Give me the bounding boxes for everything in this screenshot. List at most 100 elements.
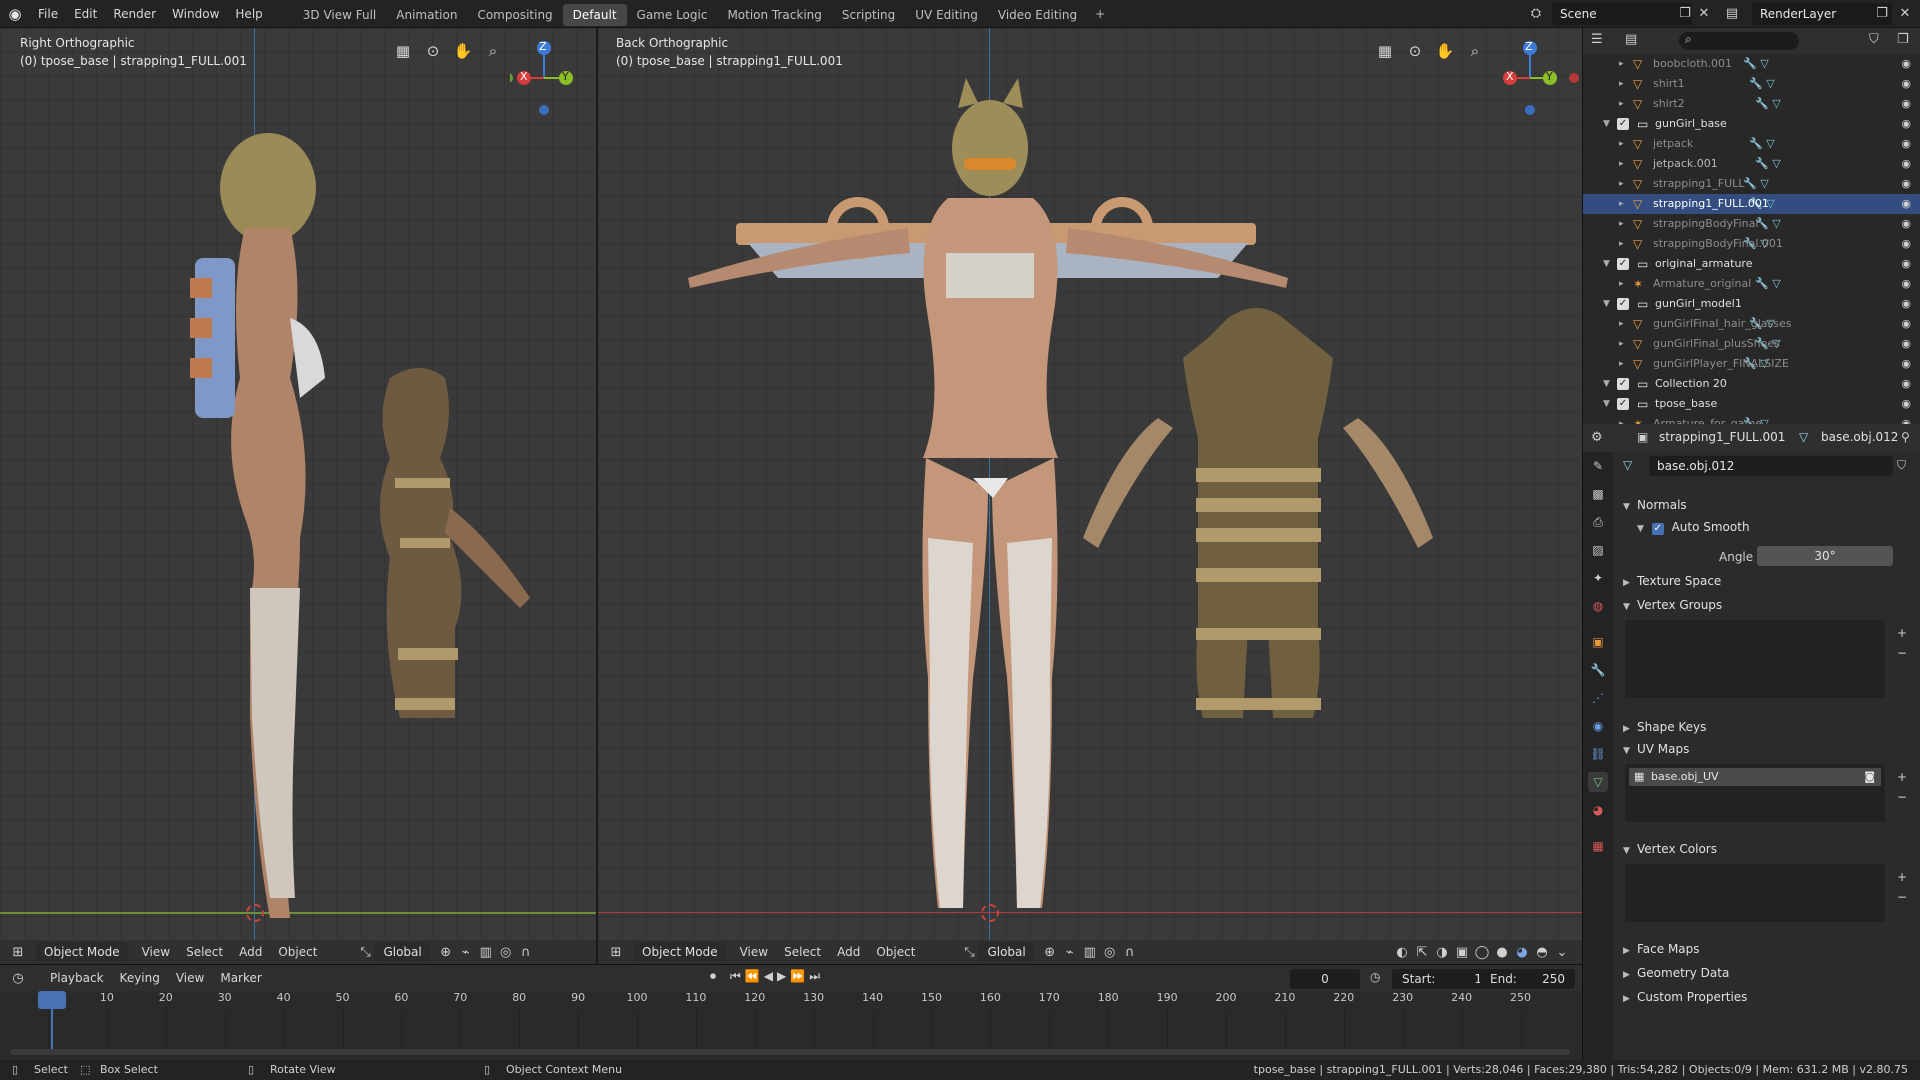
output-tab-icon[interactable]: ⎙ (1588, 512, 1608, 532)
visibility-eye-icon[interactable]: ◉ (1901, 374, 1911, 394)
mesh-name-field[interactable]: base.obj.012 (1649, 456, 1893, 476)
world-tab-icon[interactable]: ◍ (1588, 596, 1608, 616)
auto-smooth-checkbox[interactable]: ✓ (1651, 523, 1664, 535)
vertex-colors-list[interactable] (1625, 864, 1885, 922)
strapping-outfit-front[interactable] (1078, 298, 1528, 738)
outliner-item[interactable]: ▼ ✓ ▭ original_armature ◉ (1583, 254, 1920, 274)
expand-arrow-icon[interactable]: ▼ (1603, 374, 1610, 394)
visibility-eye-icon[interactable]: ◉ (1901, 174, 1911, 194)
collection-checkbox[interactable]: ✓ (1617, 398, 1629, 410)
proportional-edit-icon[interactable]: ◎ (1100, 945, 1120, 960)
proportional-edit-icon[interactable]: ◎ (496, 945, 516, 960)
add-uv-map-icon[interactable]: + (1897, 770, 1907, 784)
modifier-icon[interactable]: 🔧 ▽ (1755, 214, 1781, 234)
expand-arrow-icon[interactable]: ▸ (1619, 94, 1624, 114)
expand-arrow-icon[interactable]: ▸ (1619, 174, 1624, 194)
snap-target-icon[interactable]: ▥ (476, 945, 496, 960)
physics-tab-icon[interactable]: ◉ (1588, 716, 1608, 736)
outliner-item[interactable]: ▼ ✓ ▭ gunGirl_model1 ◉ (1583, 294, 1920, 314)
workspace-tab-3d-view-full[interactable]: 3D View Full (293, 4, 387, 26)
visibility-eye-icon[interactable]: ◉ (1901, 134, 1911, 154)
expand-arrow-icon[interactable]: ▼ (1603, 394, 1610, 414)
vertex-groups-panel[interactable]: ▼ Vertex Groups (1623, 598, 1722, 612)
outliner-item[interactable]: ▸ ▽ 🔧 ▽ strapping1_FULL ◉ (1583, 174, 1920, 194)
visibility-eye-icon[interactable]: ◉ (1901, 314, 1911, 334)
next-keyframe-icon[interactable]: ⏩ (790, 969, 805, 984)
delete-scene-icon[interactable]: ✕ (1694, 4, 1714, 24)
modifier-icon[interactable]: 🔧 ▽ (1755, 154, 1781, 174)
modifier-icon[interactable]: 🔧 ▽ (1749, 74, 1775, 94)
geometry-data-panel[interactable]: ▶ Geometry Data (1623, 966, 1729, 980)
jump-end-icon[interactable]: ⏭ (809, 969, 820, 984)
expand-arrow-icon[interactable]: ▸ (1619, 74, 1624, 94)
expand-arrow-icon[interactable]: ▸ (1619, 154, 1624, 174)
new-collection-icon[interactable]: ❐ (1897, 32, 1909, 47)
falloff-icon[interactable]: ∩ (1120, 945, 1140, 960)
grid-toggle-icon[interactable]: ▦ (392, 40, 414, 62)
modifier-icon[interactable]: 🔧 ▽ (1755, 274, 1781, 294)
scene-icon[interactable]: ⛭ (1526, 4, 1546, 24)
render-layer-icon[interactable]: ▤ (1722, 4, 1742, 24)
vertex-groups-list[interactable] (1625, 620, 1885, 698)
context-object-name[interactable]: strapping1_FULL.001 (1659, 430, 1785, 444)
modifier-icon[interactable]: 🔧 ▽ (1743, 54, 1769, 74)
outliner-search-input[interactable]: ⌕ (1679, 32, 1799, 50)
outliner-editor-icon[interactable]: ☰ (1591, 32, 1603, 47)
outliner-item[interactable]: ▸ ▽ 🔧 ▽ shirt2 ◉ (1583, 94, 1920, 114)
uv-maps-list[interactable]: ▦ base.obj_UV ◙ (1625, 764, 1885, 822)
zoom-icon[interactable]: ⌕ (1464, 40, 1486, 62)
display-mode-icon[interactable]: ▤ (1625, 32, 1637, 47)
viewport-right-orthographic[interactable]: Right Orthographic (0) tpose_base | stra… (0, 28, 596, 964)
menu-render[interactable]: Render (105, 0, 164, 28)
outliner-item[interactable]: ▼ ✓ ▭ Collection 20 ◉ (1583, 374, 1920, 394)
remove-uv-map-icon[interactable]: − (1897, 790, 1907, 804)
visibility-eye-icon[interactable]: ◉ (1901, 214, 1911, 234)
axis-gizmo[interactable] (1490, 34, 1580, 124)
select-menu[interactable]: Select (178, 941, 231, 963)
workspace-tab-video-editing[interactable]: Video Editing (988, 4, 1087, 26)
context-data-name[interactable]: base.obj.012 (1821, 430, 1898, 444)
strapping-outfit-side[interactable] (360, 358, 560, 728)
marker-menu[interactable]: Marker (212, 967, 269, 989)
pan-hand-icon[interactable]: ✋ (452, 40, 474, 62)
view-menu[interactable]: View (732, 941, 776, 963)
outliner-item[interactable]: ▼ ✓ ▭ gunGirl_base ◉ (1583, 114, 1920, 134)
workspace-tab-scripting[interactable]: Scripting (832, 4, 905, 26)
material-tab-icon[interactable]: ◕ (1588, 800, 1608, 820)
gizmo-toggle-icon[interactable]: ⇱ (1412, 945, 1432, 960)
visibility-eye-icon[interactable]: ◉ (1901, 114, 1911, 134)
angle-field[interactable]: 30° (1757, 546, 1893, 566)
end-frame-field[interactable]: End: 250 (1480, 969, 1575, 989)
workspace-tab-uv-editing[interactable]: UV Editing (905, 4, 988, 26)
shape-keys-panel[interactable]: ▶ Shape Keys (1623, 720, 1706, 734)
timeline-editor-icon[interactable]: ◷ (8, 971, 28, 986)
texture-tab-icon[interactable]: ▦ (1588, 836, 1608, 856)
expand-arrow-icon[interactable]: ▸ (1619, 314, 1624, 334)
custom-properties-panel[interactable]: ▶ Custom Properties (1623, 990, 1747, 1004)
expand-arrow-icon[interactable]: ▼ (1603, 294, 1610, 314)
visibility-eye-icon[interactable]: ◉ (1901, 54, 1911, 74)
snap-target-icon[interactable]: ▥ (1080, 945, 1100, 960)
modifier-tab-icon[interactable]: 🔧 (1588, 660, 1608, 680)
blender-logo-icon[interactable]: ◉ (0, 5, 30, 23)
add-vertex-group-icon[interactable]: + (1897, 626, 1907, 640)
view-layer-tab-icon[interactable]: ▨ (1588, 540, 1608, 560)
play-icon[interactable]: ▶ (777, 969, 786, 984)
expand-arrow-icon[interactable]: ▼ (1603, 254, 1610, 274)
camera-view-icon[interactable]: ⊙ (422, 40, 444, 62)
modifier-icon[interactable]: 🔧 ▽ (1749, 134, 1775, 154)
filter-icon[interactable]: ⛉ (1869, 32, 1879, 47)
collection-checkbox[interactable]: ✓ (1617, 258, 1629, 270)
xray-icon[interactable]: ▣ (1452, 945, 1472, 960)
workspace-tab-game-logic[interactable]: Game Logic (627, 4, 718, 26)
add-menu[interactable]: Add (231, 941, 270, 963)
visibility-eye-icon[interactable]: ◉ (1901, 154, 1911, 174)
editor-type-icon[interactable]: ⊞ (606, 945, 626, 960)
transform-orientation-icon[interactable]: ⤡ (959, 945, 979, 960)
mode-dropdown[interactable]: Object Mode (36, 942, 128, 962)
pin-icon[interactable]: ⚲ (1901, 430, 1910, 444)
object-menu[interactable]: Object (270, 941, 325, 963)
face-maps-panel[interactable]: ▶ Face Maps (1623, 942, 1700, 956)
visibility-eye-icon[interactable]: ◉ (1901, 354, 1911, 374)
timeline-scrollbar[interactable] (10, 1049, 1570, 1055)
